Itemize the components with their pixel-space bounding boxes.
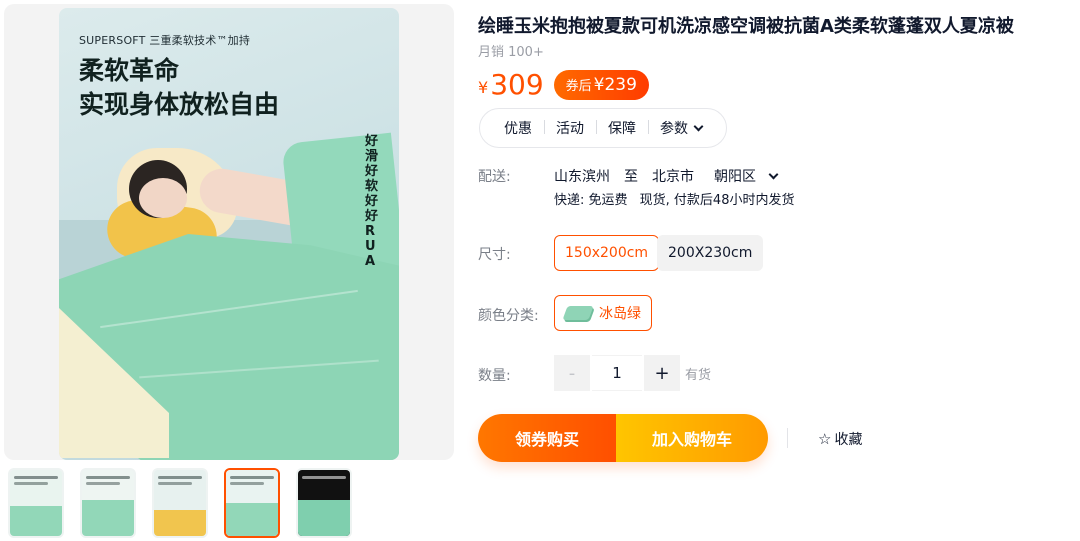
stock-status: 有货 [685, 368, 712, 383]
monthly-sales: 月销 100+ [478, 45, 544, 60]
thumbnail-1[interactable] [8, 468, 64, 538]
hero-headline-1: 柔软革命 [79, 56, 180, 85]
ship-city: 北京市 [652, 169, 694, 185]
product-title: 绘睡玉米抱抱被夏款可机洗凉感空调被抗菌A类柔软蓬蓬双人夏凉被 [478, 16, 1014, 37]
add-to-cart-button[interactable]: 加入购物车 [616, 414, 768, 462]
thumbnail-5[interactable] [296, 468, 352, 538]
ship-district: 朝阳区 [714, 169, 756, 185]
coupon-price: ¥239 [593, 74, 637, 95]
price-value: 309 [490, 68, 544, 101]
quantity-input[interactable] [592, 355, 642, 391]
express-fee: 快递: 免运费 [554, 193, 628, 208]
chevron-down-icon [693, 121, 704, 131]
tab-guarantee[interactable]: 保障 [596, 118, 648, 138]
size-label: 尺寸: [478, 247, 511, 263]
shipping-label: 配送: [478, 169, 511, 185]
hero-brand-line: SUPERSOFT 三重柔软技术™加持 [79, 34, 251, 47]
buy-with-coupon-button[interactable]: 领券购买 [478, 414, 616, 462]
main-image-container: SUPERSOFT 三重柔软技术™加持 柔软革命 实现身体放松自由 好滑好软 好… [4, 4, 454, 460]
divider [787, 428, 788, 448]
price-row: ¥ 309 券后 ¥239 [478, 68, 649, 101]
size-option-200x230[interactable]: 200X230cm [657, 235, 764, 271]
thumbnail-3[interactable] [152, 468, 208, 538]
tab-activity[interactable]: 活动 [544, 118, 596, 138]
thumbnail-strip [8, 468, 352, 538]
purchase-buttons: 领券购买 加入购物车 [478, 414, 768, 462]
color-label: 颜色分类: [478, 308, 539, 324]
quantity-stepper: - + [554, 355, 680, 391]
favorite-button[interactable]: ☆ 收藏 [818, 429, 862, 449]
hero-headline-2: 实现身体放松自由 [79, 90, 280, 119]
coupon-price-badge: 券后 ¥239 [553, 69, 649, 100]
shipping-destination[interactable]: 山东滨州 至 北京市 朝阳区 [554, 166, 779, 186]
color-option-ice-green[interactable]: 冰岛绿 [554, 295, 652, 331]
thumbnail-4[interactable] [224, 468, 280, 538]
quantity-label: 数量: [478, 368, 511, 384]
shipping-info: 快递: 免运费 现货, 付款后48小时内发货 [554, 189, 794, 208]
main-product-image[interactable]: SUPERSOFT 三重柔软技术™加持 柔软革命 实现身体放松自由 好滑好软 好… [59, 8, 399, 460]
chevron-down-icon [768, 169, 779, 179]
color-swatch-icon [562, 306, 594, 320]
thumbnail-2[interactable] [80, 468, 136, 538]
hero-headline: 柔软革命 实现身体放松自由 [79, 54, 279, 122]
stock-note: 现货, 付款后48小时内发货 [639, 193, 795, 208]
ship-to-word: 至 [624, 169, 638, 185]
favorite-label: 收藏 [834, 432, 863, 448]
tab-discount[interactable]: 优惠 [492, 118, 544, 138]
coupon-label: 券后 [565, 79, 592, 94]
star-outline-icon: ☆ [818, 430, 832, 448]
ship-from: 山东滨州 [554, 169, 610, 185]
hero-vertical-text: 好滑好软 好好RUA [365, 134, 379, 269]
tab-params[interactable]: 参数 [648, 118, 714, 138]
size-option-150x200[interactable]: 150x200cm [554, 235, 660, 271]
price-currency: ¥ [478, 78, 489, 97]
quantity-minus-button[interactable]: - [554, 355, 590, 391]
quantity-plus-button[interactable]: + [644, 355, 680, 391]
info-tabs: 优惠 活动 保障 参数 [479, 108, 727, 148]
